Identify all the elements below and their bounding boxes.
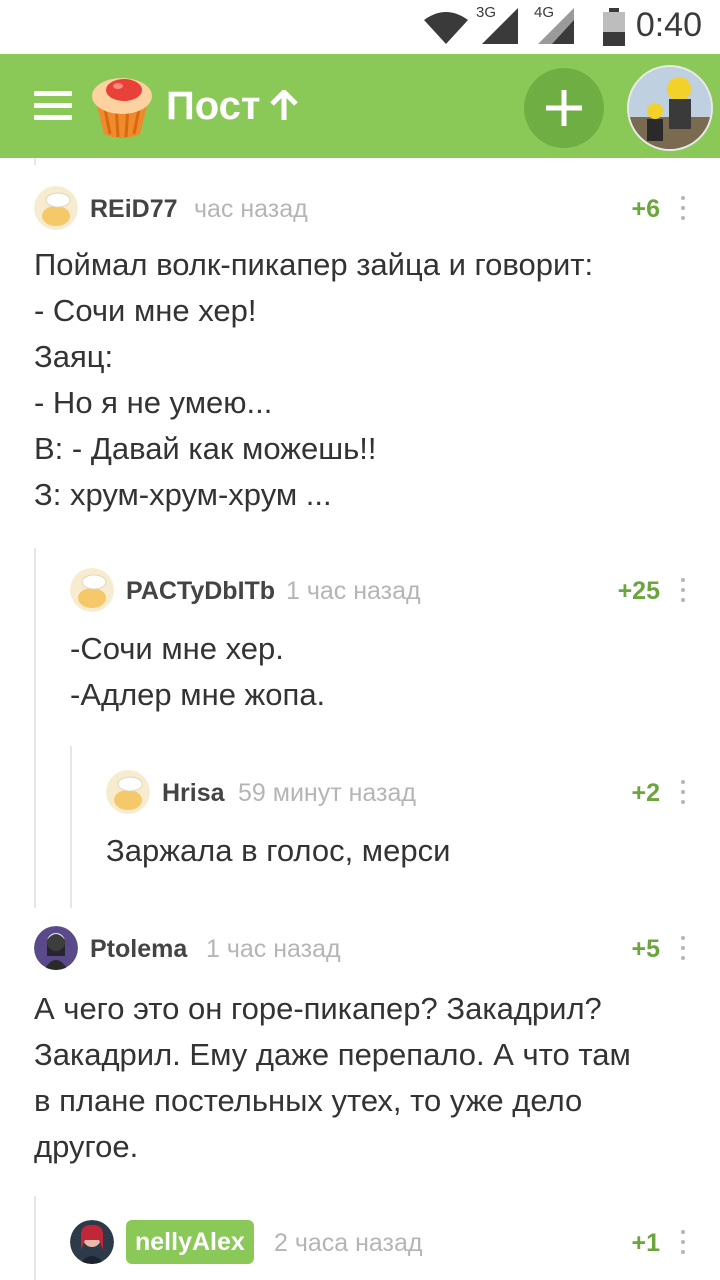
comment-text-line: в плане постельных утех, то уже дело xyxy=(34,1083,583,1118)
comment-header: Ptolema 1 час назад +5 xyxy=(34,926,694,970)
comment-text-line: В: - Давай как можешь!! xyxy=(34,431,377,466)
comment-time: 1 час назад xyxy=(286,577,421,605)
comment-text-line: - Но я не умею... xyxy=(34,385,273,420)
thread-line xyxy=(34,158,36,165)
more-vertical-icon[interactable] xyxy=(680,936,686,962)
more-vertical-icon[interactable] xyxy=(680,1230,686,1256)
user-avatar[interactable] xyxy=(627,65,713,151)
thread-line xyxy=(34,1196,36,1280)
add-post-button[interactable] xyxy=(524,68,604,148)
comment-text-line: Заржала в голос, мерси xyxy=(106,833,451,868)
comment-score: +2 xyxy=(631,779,660,807)
comment-header: PACTyDbITb 1 час назад +25 xyxy=(70,568,694,612)
comment-author[interactable]: REiD77 xyxy=(90,194,178,224)
comment-time: 1 час назад xyxy=(206,935,341,963)
comment-score: +5 xyxy=(631,935,660,963)
network-4g-label: 4G xyxy=(534,4,555,21)
comment-text-line: - Сочи мне хер! xyxy=(34,293,257,328)
comment-text-line: Заяц: xyxy=(34,339,114,374)
clock: 0:40 xyxy=(635,6,702,44)
comment-time: час назад xyxy=(194,195,308,223)
comment-text-line: З: хрум-хрум-хрум ... xyxy=(34,477,332,512)
comment-score: +1 xyxy=(631,1229,660,1257)
comment-text-line: -Сочи мне хер. xyxy=(70,631,284,666)
comment-author-badge[interactable]: nellyAlex xyxy=(126,1220,254,1264)
menu-icon[interactable] xyxy=(34,91,72,121)
comment-text-line: А чего это он горе-пикапер? Закадрил? xyxy=(34,991,602,1026)
network-3g-label: 3G xyxy=(476,4,497,21)
thread-line xyxy=(70,746,72,908)
app-bar: Пост xyxy=(0,54,720,158)
battery-icon xyxy=(603,8,625,46)
avatar[interactable] xyxy=(70,568,114,612)
comment-time: 2 часа назад xyxy=(274,1229,423,1257)
avatar[interactable] xyxy=(34,926,78,970)
comment-text-line: -Адлер мне жопа. xyxy=(70,677,326,712)
thread-line xyxy=(34,548,36,908)
comment-time: 59 минут назад xyxy=(238,779,416,807)
more-vertical-icon[interactable] xyxy=(680,578,686,604)
comment-header: REiD77 час назад +6 xyxy=(34,186,694,230)
comment-text-line: другое. xyxy=(34,1129,139,1164)
avatar[interactable] xyxy=(70,1220,114,1264)
more-vertical-icon[interactable] xyxy=(680,196,686,222)
comment-header: nellyAlex 2 часа назад +1 xyxy=(70,1220,694,1264)
comment-text-line: Закадрил. Ему даже перепало. А что там xyxy=(34,1037,631,1072)
comment-text-line: Поймал волк-пикапер зайца и говорит: xyxy=(34,247,594,282)
comment-score: +25 xyxy=(617,577,660,605)
plus-icon xyxy=(546,90,582,126)
wifi-icon xyxy=(424,12,468,44)
comment-author[interactable]: Hrisa xyxy=(162,778,225,808)
avatar[interactable] xyxy=(34,186,78,230)
more-vertical-icon[interactable] xyxy=(680,780,686,806)
arrow-up-icon[interactable] xyxy=(270,90,298,122)
comment-author[interactable]: Ptolema xyxy=(90,934,187,964)
status-bar: 3G 4G 0:40 xyxy=(0,0,720,54)
comment-header: Hrisa 59 минут назад +2 xyxy=(106,770,694,814)
avatar[interactable] xyxy=(106,770,150,814)
comment-score: +6 xyxy=(631,195,660,223)
page-title[interactable]: Пост xyxy=(166,78,261,134)
cupcake-logo-icon[interactable] xyxy=(90,72,154,140)
comment-author[interactable]: PACTyDbITb xyxy=(126,576,275,606)
